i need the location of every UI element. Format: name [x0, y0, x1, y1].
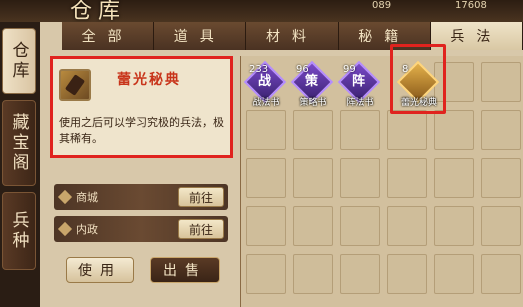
empty-slot[interactable]: [434, 254, 474, 294]
tab-materials[interactable]: 材料: [246, 22, 339, 50]
goto-shop-button[interactable]: 前往: [178, 187, 224, 207]
tab-label: 秘籍: [358, 29, 411, 45]
side-tabs: 仓库 藏宝阁 兵种: [0, 22, 40, 307]
source-row-internal: 内政 前往: [54, 216, 228, 242]
empty-slot[interactable]: [387, 206, 427, 246]
sell-button[interactable]: 出售: [150, 257, 220, 283]
empty-slot[interactable]: [340, 254, 380, 294]
top-bar: 仓库 089 17608: [0, 0, 523, 24]
item-slot-3[interactable]: 阵 99 阵法书: [337, 60, 381, 108]
empty-slot[interactable]: [387, 158, 427, 198]
side-tab-warehouse[interactable]: 仓库: [2, 28, 36, 94]
empty-slot[interactable]: [293, 110, 333, 150]
empty-slot[interactable]: [481, 254, 521, 294]
item-detail-card: 蕾光秘典 使用之后可以学习究极的兵法，极其稀有。: [50, 56, 233, 158]
tab-props[interactable]: 道具: [154, 22, 247, 50]
side-tab-label: 藏宝阁: [8, 113, 29, 173]
empty-slot[interactable]: [246, 158, 286, 198]
item-description: 使用之后可以学习究极的兵法，极其稀有。: [59, 116, 224, 145]
item-count: 99: [343, 64, 356, 75]
currency-2: 17608: [455, 0, 487, 11]
item-label: 阵法书: [346, 98, 374, 108]
empty-slot[interactable]: [387, 110, 427, 150]
tab-label: 全部: [81, 29, 134, 45]
item-count: 233: [249, 64, 269, 75]
empty-slot[interactable]: [340, 110, 380, 150]
empty-slot[interactable]: [293, 206, 333, 246]
empty-slot[interactable]: [481, 158, 521, 198]
item-count: 96: [296, 64, 309, 75]
tab-label: 兵法: [450, 29, 503, 45]
item-name: 蕾光秘典: [117, 72, 181, 88]
item-slot-1[interactable]: 战 233 战法书: [243, 60, 287, 108]
category-tabs: 全部 道具 材料 秘籍 兵法: [62, 22, 523, 50]
tab-label: 材料: [266, 29, 318, 45]
empty-slot[interactable]: [246, 110, 286, 150]
empty-slot[interactable]: [481, 206, 521, 246]
side-tab-treasure[interactable]: 藏宝阁: [2, 100, 36, 186]
tab-label: 道具: [173, 29, 226, 45]
source-row-shop: 商城 前往: [54, 184, 228, 210]
empty-slot[interactable]: [481, 62, 521, 102]
source-label: 内政: [76, 223, 98, 236]
side-tab-label: 兵种: [8, 211, 29, 251]
empty-slot[interactable]: [340, 158, 380, 198]
source-label: 商城: [76, 191, 98, 204]
use-button[interactable]: 使用: [66, 257, 134, 283]
diamond-icon: [57, 189, 73, 205]
empty-slot[interactable]: [481, 110, 521, 150]
empty-slot[interactable]: [434, 158, 474, 198]
side-tab-troops[interactable]: 兵种: [2, 192, 36, 270]
scroll-icon: [59, 69, 91, 101]
item-label: 战法书: [252, 98, 280, 108]
diamond-icon: [57, 221, 73, 237]
empty-slot[interactable]: [293, 158, 333, 198]
currency-1: 089: [372, 0, 392, 11]
item-label: 策略书: [299, 98, 327, 108]
empty-slot[interactable]: [434, 206, 474, 246]
selected-item-highlight: [390, 44, 446, 114]
empty-slot[interactable]: [246, 206, 286, 246]
goto-internal-button[interactable]: 前往: [178, 219, 224, 239]
side-tab-label: 仓库: [8, 41, 29, 81]
empty-slot[interactable]: [340, 206, 380, 246]
tab-all[interactable]: 全部: [62, 22, 155, 50]
item-slot-2[interactable]: 策 96 策略书: [290, 60, 334, 108]
empty-slot[interactable]: [246, 254, 286, 294]
empty-slot[interactable]: [387, 254, 427, 294]
empty-slot[interactable]: [293, 254, 333, 294]
empty-slot[interactable]: [434, 110, 474, 150]
